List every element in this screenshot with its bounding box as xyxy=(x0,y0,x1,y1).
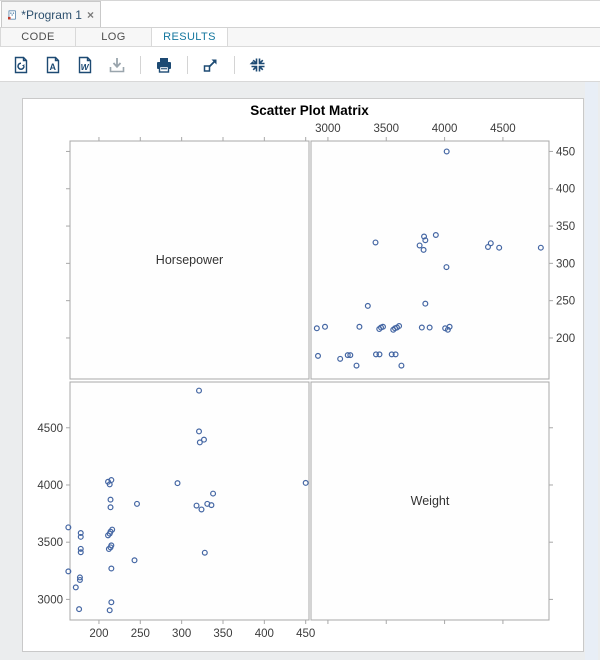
diagonal-label-weight: Weight xyxy=(411,494,450,508)
sas-studio-window: { "window": { "tab_title": "*Program 1",… xyxy=(0,0,600,660)
toolbar-separator xyxy=(234,55,235,74)
axis-tick-label: 300 xyxy=(556,258,575,270)
axis-tick-label: 200 xyxy=(556,333,575,345)
svg-text:W: W xyxy=(81,62,90,72)
open-new-tab-icon[interactable] xyxy=(202,56,220,74)
axis-tick-label: 3500 xyxy=(37,537,63,549)
axis-tick-label: 4000 xyxy=(432,123,458,135)
results-panel: Scatter Plot Matrix Horsepower Weight 3000 3… xyxy=(0,82,600,660)
results-toolbar: A W xyxy=(0,48,600,82)
matrix-panel-tr xyxy=(310,140,550,380)
toolbar-separator xyxy=(140,55,141,74)
download-icon[interactable] xyxy=(108,56,126,74)
document-tab-bar: *Program 1 × xyxy=(0,1,600,28)
diagonal-label-horsepower: Horsepower xyxy=(156,253,223,267)
axis-tick-label: 4500 xyxy=(490,123,516,135)
axis-tick-label: 450 xyxy=(556,146,575,158)
tab-program-1[interactable]: *Program 1 × xyxy=(1,1,101,27)
results-word-icon[interactable]: W xyxy=(76,56,94,74)
axis-tick-label: 350 xyxy=(213,628,232,640)
svg-text:A: A xyxy=(49,62,56,72)
tab-log[interactable]: LOG xyxy=(76,28,152,46)
axis-tick-label: 3000 xyxy=(315,123,341,135)
toolbar-separator xyxy=(187,55,188,74)
program-file-icon xyxy=(8,10,16,19)
axis-tick-label: 300 xyxy=(172,628,191,640)
matrix-panel-bl xyxy=(69,381,310,621)
tab-results[interactable]: RESULTS xyxy=(152,28,228,46)
tab-code[interactable]: CODE xyxy=(0,28,76,46)
print-icon[interactable] xyxy=(155,56,173,74)
chart-title: Scatter Plot Matrix xyxy=(250,103,369,118)
vertical-scrollbar[interactable] xyxy=(585,82,598,660)
axis-tick-label: 3500 xyxy=(373,123,399,135)
axis-tick-label: 4000 xyxy=(37,480,63,492)
axis-tick-label: 200 xyxy=(89,628,108,640)
axis-tick-label: 4500 xyxy=(37,423,63,435)
scatter-plot-matrix: Scatter Plot Matrix Horsepower Weight 3000 3… xyxy=(37,103,575,640)
maximize-view-icon[interactable] xyxy=(249,56,267,74)
axis-tick-label: 350 xyxy=(556,221,575,233)
axis-tick-label: 450 xyxy=(296,628,315,640)
results-html-icon[interactable] xyxy=(12,56,30,74)
axis-tick-label: 250 xyxy=(556,296,575,308)
axis-tick-label: 250 xyxy=(131,628,150,640)
tab-title: *Program 1 xyxy=(21,7,82,22)
results-subtab-bar: CODE LOG RESULTS xyxy=(0,28,600,47)
axis-tick-label: 400 xyxy=(556,184,575,196)
results-output-card: Scatter Plot Matrix Horsepower Weight 3000 3… xyxy=(22,98,584,652)
results-pdf-icon[interactable]: A xyxy=(44,56,62,74)
axis-tick-label: 400 xyxy=(255,628,274,640)
close-tab-icon[interactable]: × xyxy=(87,9,94,21)
axis-tick-label: 3000 xyxy=(37,594,63,606)
